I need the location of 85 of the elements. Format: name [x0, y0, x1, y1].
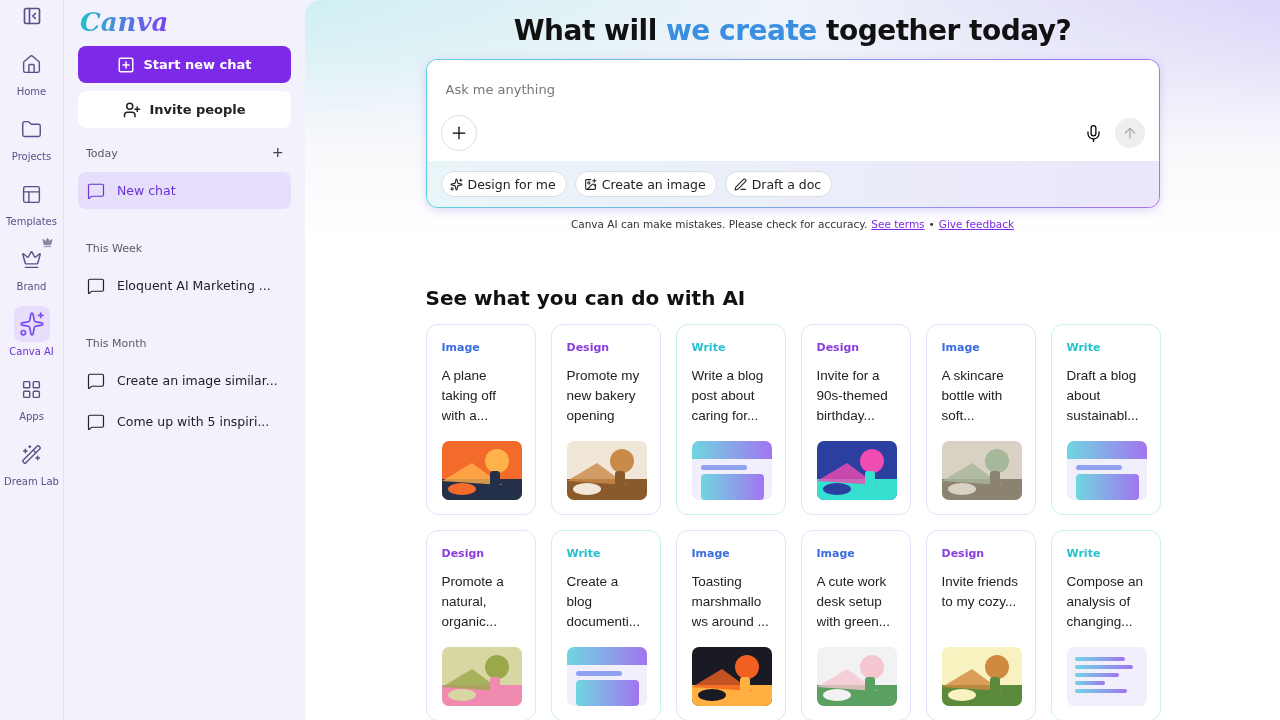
chat-item[interactable]: Come up with 5 inspiri...	[78, 403, 291, 440]
category-tag: Design	[941, 547, 1020, 560]
start-chat-button[interactable]: Start new chat	[78, 46, 291, 83]
collapse-menu-icon[interactable]	[21, 6, 42, 26]
text-lines-icon	[1066, 647, 1147, 706]
idea-card[interactable]: Image Toasting marshmallo ws around ...	[675, 530, 786, 720]
wand-icon	[21, 443, 42, 465]
separator-dot: •	[928, 218, 935, 230]
rail-item[interactable]: Projects	[0, 111, 63, 162]
new-chat-icon	[117, 55, 136, 74]
card-text: Write a blog post about caring for...	[691, 367, 765, 425]
card-text: Promote my new bakery opening	[566, 367, 641, 425]
card-text: Toasting marshmallo ws around ...	[691, 573, 770, 631]
folder-icon	[21, 118, 42, 140]
section-heading: Today	[86, 146, 118, 160]
category-tag: Image	[691, 547, 770, 560]
chat-bubble-icon	[87, 276, 105, 295]
category-tag: Design	[441, 547, 520, 560]
suggestion-chip[interactable]: Draft a doc	[724, 171, 833, 197]
suggestion-chip[interactable]: Create an image	[574, 171, 717, 197]
rail-item[interactable]: Home	[0, 46, 63, 97]
chat-bubble-icon	[87, 181, 105, 200]
page-title: What will we create together today?	[512, 14, 1073, 47]
grid-icon	[21, 378, 42, 400]
category-tag: Design	[566, 341, 645, 354]
idea-card[interactable]: Design Promote a natural, organic...	[425, 530, 536, 720]
section-heading: This Month	[86, 336, 147, 350]
category-tag: Write	[691, 341, 770, 354]
section-title: See what you can do with AI	[425, 286, 747, 310]
document-thumbnail-icon	[566, 647, 647, 706]
chat-item[interactable]: Create an image similar...	[78, 362, 291, 399]
category-tag: Image	[441, 341, 520, 354]
rail-item[interactable]: Brand	[0, 241, 63, 292]
category-tag: Design	[816, 341, 895, 354]
category-tag: Image	[816, 547, 895, 560]
idea-card[interactable]: Write Compose an analysis of changing...	[1050, 530, 1161, 720]
terms-link[interactable]: See terms	[871, 218, 925, 230]
category-tag: Write	[1066, 341, 1145, 354]
idea-card[interactable]: Write Write a blog post about caring for...	[675, 324, 786, 515]
invite-button[interactable]: Invite people	[78, 91, 291, 128]
prompt-input[interactable]: Ask me anything	[426, 60, 1159, 105]
card-text: Create a blog documenti...	[566, 573, 642, 631]
idea-card[interactable]: Design Invite for a 90s-themed birthday...	[800, 324, 911, 515]
card-text: Promote a natural, organic...	[441, 573, 505, 631]
document-thumbnail-icon	[691, 441, 772, 500]
pen-icon	[733, 177, 747, 191]
card-text: A plane taking off with a...	[441, 367, 498, 425]
add-person-icon	[123, 100, 142, 119]
add-button[interactable]	[440, 115, 477, 151]
idea-card[interactable]: Image A plane taking off with a...	[425, 324, 536, 515]
category-tag: Write	[566, 547, 645, 560]
layout-icon	[21, 183, 42, 205]
chat-item[interactable]: New chat	[78, 172, 291, 209]
idea-card[interactable]: Design Promote my new bakery opening	[550, 324, 661, 515]
rail-item[interactable]: Apps	[0, 371, 63, 422]
card-text: Compose an analysis of changing...	[1066, 573, 1145, 631]
sparkles-icon	[449, 177, 463, 191]
chat-bubble-icon	[87, 371, 105, 390]
home-icon	[21, 53, 42, 75]
disclaimer-text: Canva AI can make mistakes. Please check for accuracy.	[570, 218, 868, 230]
rail-item[interactable]: Canva AI	[0, 306, 63, 357]
sparkles-icon	[18, 311, 45, 337]
rail-item[interactable]: Templates	[0, 176, 63, 227]
prompt-box[interactable]: Ask me anything Design for me Create an image Draft a doc	[425, 59, 1160, 208]
feedback-link[interactable]: Give feedback	[938, 218, 1015, 230]
rail-item[interactable]: Dream Lab	[0, 436, 63, 487]
idea-card[interactable]: Design Invite friends to my cozy...	[925, 530, 1036, 720]
section-heading: This Week	[86, 241, 143, 255]
idea-card[interactable]: Image A skincare bottle with soft...	[925, 324, 1036, 515]
card-text: A skincare bottle with soft...	[941, 367, 1005, 425]
card-text: A cute work desk setup with green...	[816, 573, 892, 631]
category-tag: Write	[1066, 547, 1145, 560]
card-text: Invite friends to my cozy...	[941, 573, 1020, 611]
add-button[interactable]: +	[272, 142, 283, 164]
document-thumbnail-icon	[1066, 441, 1147, 500]
suggestion-chip[interactable]: Design for me	[440, 171, 567, 197]
idea-card[interactable]: Write Draft a blog about sustainabl...	[1050, 324, 1161, 515]
category-tag: Image	[941, 341, 1020, 354]
chat-item[interactable]: Eloquent AI Marketing ...	[78, 267, 291, 304]
idea-card[interactable]: Image A cute work desk setup with green...	[800, 530, 911, 720]
card-text: Invite for a 90s-themed birthday...	[816, 367, 889, 425]
chat-bubble-icon	[87, 412, 105, 431]
image-plus-icon	[583, 177, 597, 191]
card-text: Draft a blog about sustainabl...	[1066, 367, 1140, 425]
idea-card[interactable]: Write Create a blog documenti...	[550, 530, 661, 720]
